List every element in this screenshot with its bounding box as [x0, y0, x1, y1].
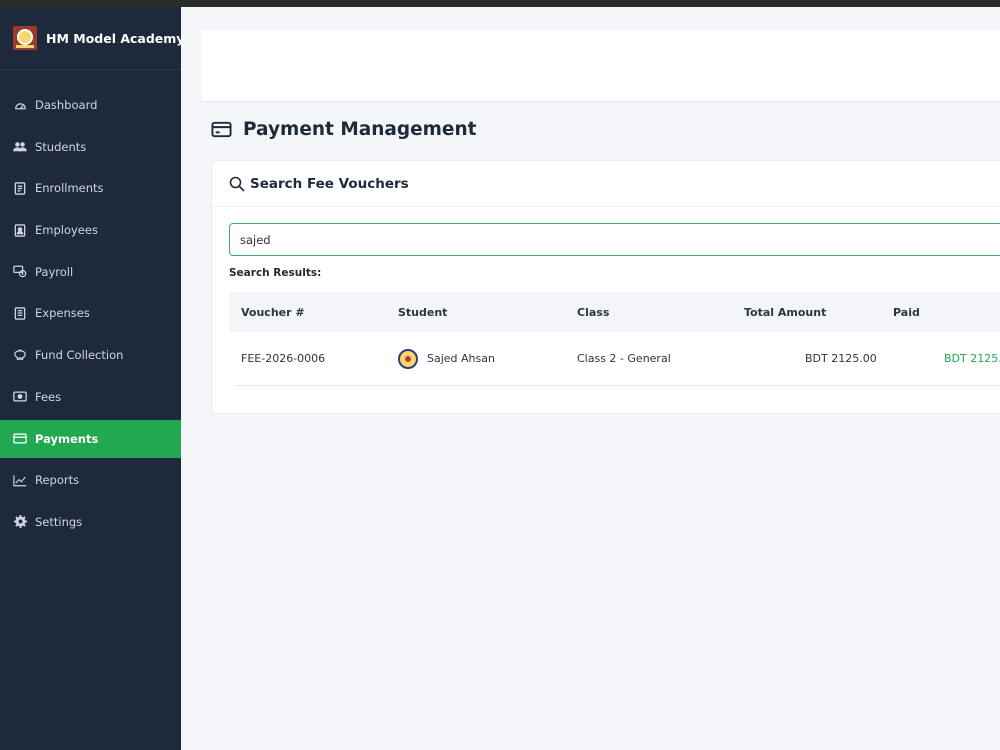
sidebar-item-label: Fees	[35, 389, 62, 404]
page-title: Payment Management	[211, 119, 477, 140]
credit-card-icon	[13, 432, 27, 446]
column-header-student[interactable]: Student	[398, 306, 447, 319]
sidebar-item-label: Students	[35, 139, 87, 154]
sidebar-item-reports[interactable]: Reports	[0, 461, 181, 499]
dashboard-icon	[13, 98, 27, 112]
card-title: Search Fee Vouchers	[250, 175, 409, 192]
gear-icon	[13, 515, 27, 529]
sidebar-item-payments[interactable]: Payments	[0, 419, 181, 458]
paid-amount: BDT 2125.0	[944, 352, 1000, 365]
table-header: Voucher # Student Class Total Amount Pai…	[229, 292, 1000, 332]
student-cell: Sajed Ahsan	[398, 348, 495, 369]
column-header-voucher[interactable]: Voucher #	[241, 306, 305, 319]
sidebar-item-enrollments[interactable]: Enrollments	[0, 169, 181, 207]
sidebar-item-expenses[interactable]: Expenses	[0, 294, 181, 332]
search-icon	[229, 176, 245, 192]
brand-name: HM Model Academy	[46, 30, 185, 46]
table-row[interactable]: FEE-2026-0006 Sajed Ahsan Class 2 - Gene…	[234, 332, 1000, 386]
sidebar-item-label: Dashboard	[35, 98, 98, 112]
users-icon	[13, 140, 27, 154]
sidebar-item-dashboard[interactable]: Dashboard	[0, 86, 181, 124]
window-top-bar	[0, 0, 1000, 7]
search-vouchers-card: Search Fee Vouchers Search Results: Vouc…	[211, 160, 1000, 414]
main-content: Payment Management Search Fee Vouchers S…	[181, 7, 1000, 750]
voucher-number: FEE-2026-0006	[241, 352, 326, 365]
sidebar-item-fund-collection[interactable]: Fund Collection	[0, 336, 181, 374]
column-header-class[interactable]: Class	[577, 306, 609, 319]
sidebar-item-label: Settings	[35, 514, 83, 529]
sidebar-item-fees[interactable]: Fees	[0, 378, 181, 416]
document-icon	[13, 181, 27, 195]
sidebar-item-label: Expenses	[35, 306, 90, 321]
sidebar-item-label: Reports	[35, 473, 80, 488]
credit-card-icon	[211, 121, 232, 138]
total-amount: BDT 2125.00	[805, 352, 877, 365]
chart-line-icon	[13, 473, 27, 487]
sidebar-item-settings[interactable]: Settings	[0, 503, 181, 541]
sidebar-item-label: Payroll	[35, 264, 74, 279]
search-input[interactable]	[229, 223, 1000, 256]
class-name: Class 2 - General	[577, 352, 671, 365]
sidebar-item-employees[interactable]: Employees	[0, 211, 181, 249]
academy-logo	[13, 26, 37, 50]
search-results-label: Search Results:	[229, 267, 322, 279]
payroll-icon	[13, 265, 27, 279]
sidebar-item-label: Employees	[35, 223, 98, 238]
sidebar-item-payroll[interactable]: Payroll	[0, 253, 181, 291]
student-name: Sajed Ahsan	[427, 352, 495, 365]
page-title-text: Payment Management	[243, 119, 477, 140]
brand[interactable]: HM Model Academy	[0, 7, 185, 70]
cash-icon	[13, 390, 27, 404]
piggy-bank-icon	[13, 348, 27, 362]
sidebar-item-label: Payments	[35, 431, 99, 446]
sidebar: HM Model Academy Dashboard Students Enro…	[0, 7, 185, 750]
receipt-icon	[13, 306, 27, 320]
card-header: Search Fee Vouchers	[212, 161, 1000, 207]
top-navbar	[202, 30, 1000, 102]
id-badge-icon	[13, 223, 27, 237]
sidebar-item-label: Fund Collection	[35, 348, 124, 363]
column-header-total-amount[interactable]: Total Amount	[744, 306, 826, 319]
sidebar-nav: Dashboard Students Enrollments Employees…	[0, 86, 181, 541]
sidebar-item-students[interactable]: Students	[0, 128, 181, 166]
results-table: Voucher # Student Class Total Amount Pai…	[229, 292, 1000, 386]
sidebar-item-label: Enrollments	[35, 181, 104, 196]
column-header-paid[interactable]: Paid	[893, 306, 920, 319]
student-avatar	[398, 348, 418, 369]
